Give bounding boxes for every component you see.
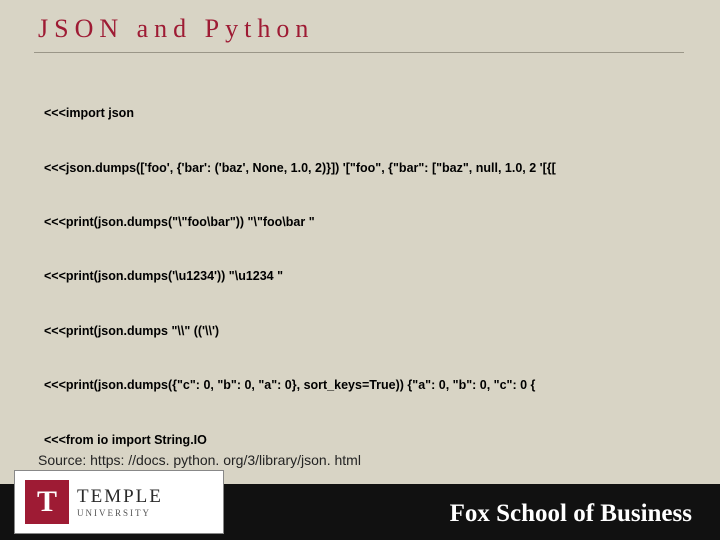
- code-line: <<<print(json.dumps "\\" (('\\'): [44, 322, 684, 340]
- code-line: <<<print(json.dumps("\"foo\bar")) "\"foo…: [44, 213, 684, 231]
- logo-subtitle: UNIVERSITY: [77, 509, 163, 518]
- code-line: <<<print(json.dumps('\u1234')) "\u1234 ": [44, 267, 684, 285]
- logo-mark-icon: T: [25, 480, 69, 524]
- code-line: <<<from io import String.IO: [44, 431, 684, 449]
- code-line: <<<import json: [44, 104, 684, 122]
- slide-title: JSON and Python: [38, 14, 314, 44]
- source-citation: Source: https: //docs. python. org/3/lib…: [38, 452, 361, 468]
- slide: JSON and Python <<<import json <<<json.d…: [0, 0, 720, 540]
- title-underline: [34, 52, 684, 53]
- logo-name: TEMPLE: [77, 487, 163, 506]
- school-name: Fox School of Business: [450, 500, 692, 528]
- university-logo: T TEMPLE UNIVERSITY: [14, 470, 224, 534]
- code-line: <<<print(json.dumps({"c": 0, "b": 0, "a"…: [44, 376, 684, 394]
- code-line: <<<json.dumps(['foo', {'bar': ('baz', No…: [44, 159, 684, 177]
- logo-text: TEMPLE UNIVERSITY: [77, 487, 163, 518]
